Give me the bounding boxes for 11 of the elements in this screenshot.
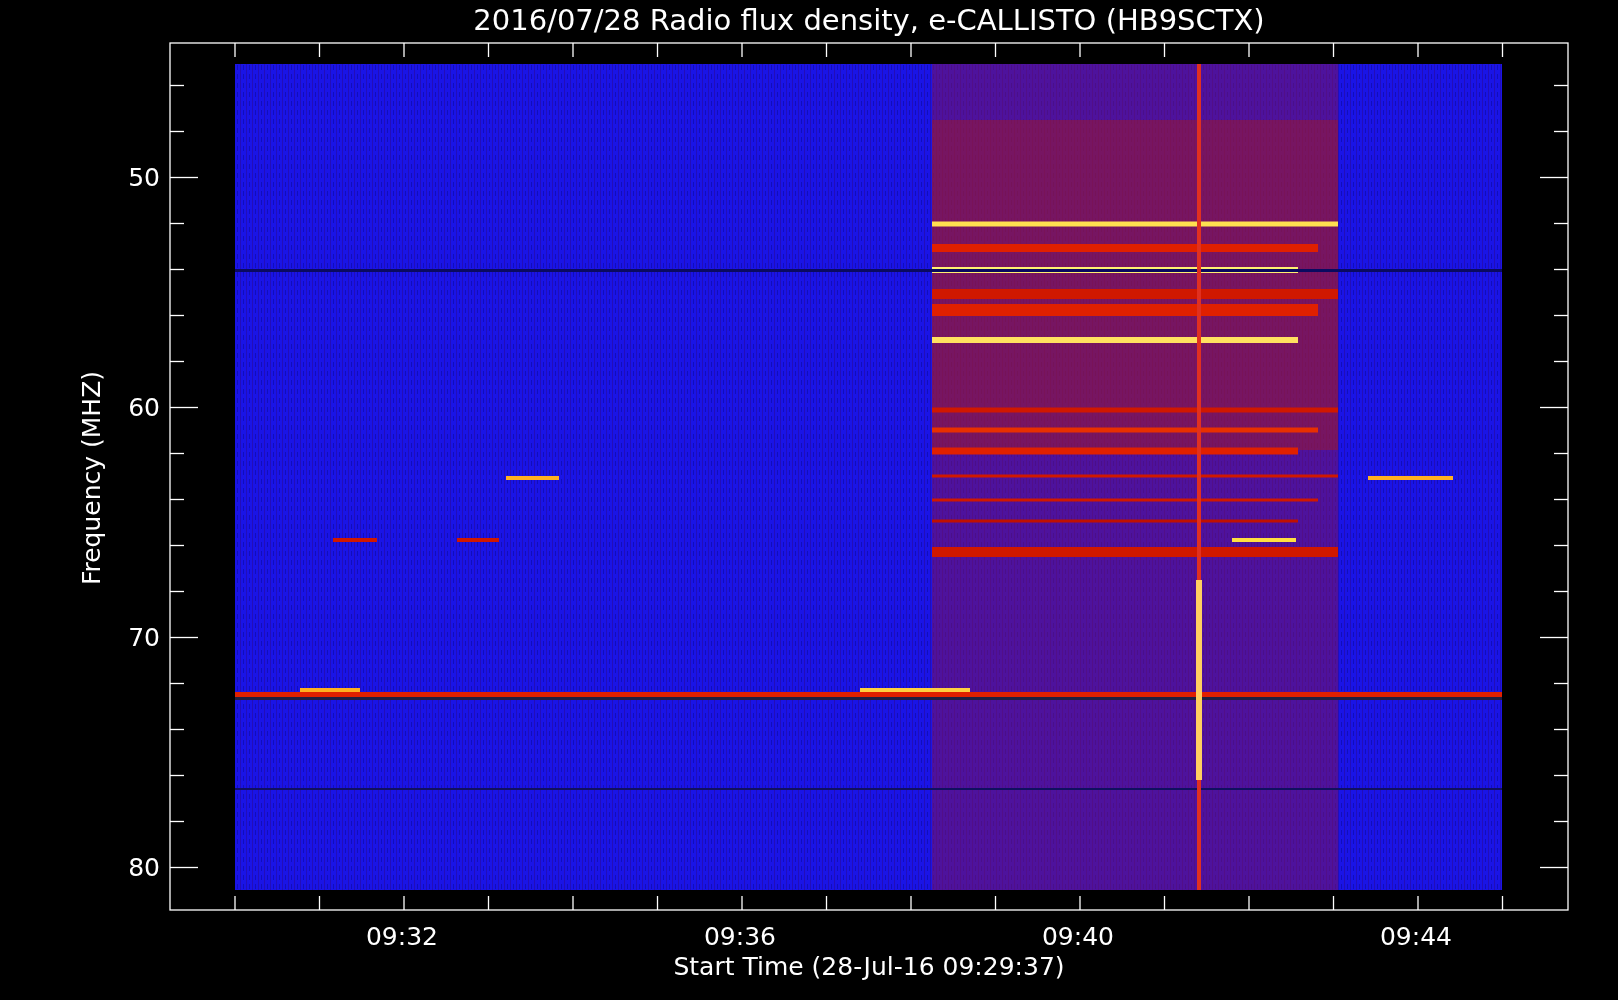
chart-title: 2016/07/28 Radio flux density, e-CALLISTO (HB9SCTX) <box>473 3 1265 37</box>
x-tick-label: 09:40 <box>1042 922 1114 951</box>
y-tick-label: 60 <box>128 393 160 422</box>
x-tick-label: 09:32 <box>366 922 438 951</box>
x-tick-label: 09:44 <box>1380 922 1452 951</box>
y-tick-label: 80 <box>128 853 160 882</box>
x-axis-label: Start Time (28-Jul-16 09:29:37) <box>673 952 1065 981</box>
y-tick-label: 50 <box>128 163 160 192</box>
y-axis-label: Frequency (MHZ) <box>77 370 106 586</box>
y-tick-label: 70 <box>128 623 160 652</box>
x-tick-label: 09:36 <box>704 922 776 951</box>
